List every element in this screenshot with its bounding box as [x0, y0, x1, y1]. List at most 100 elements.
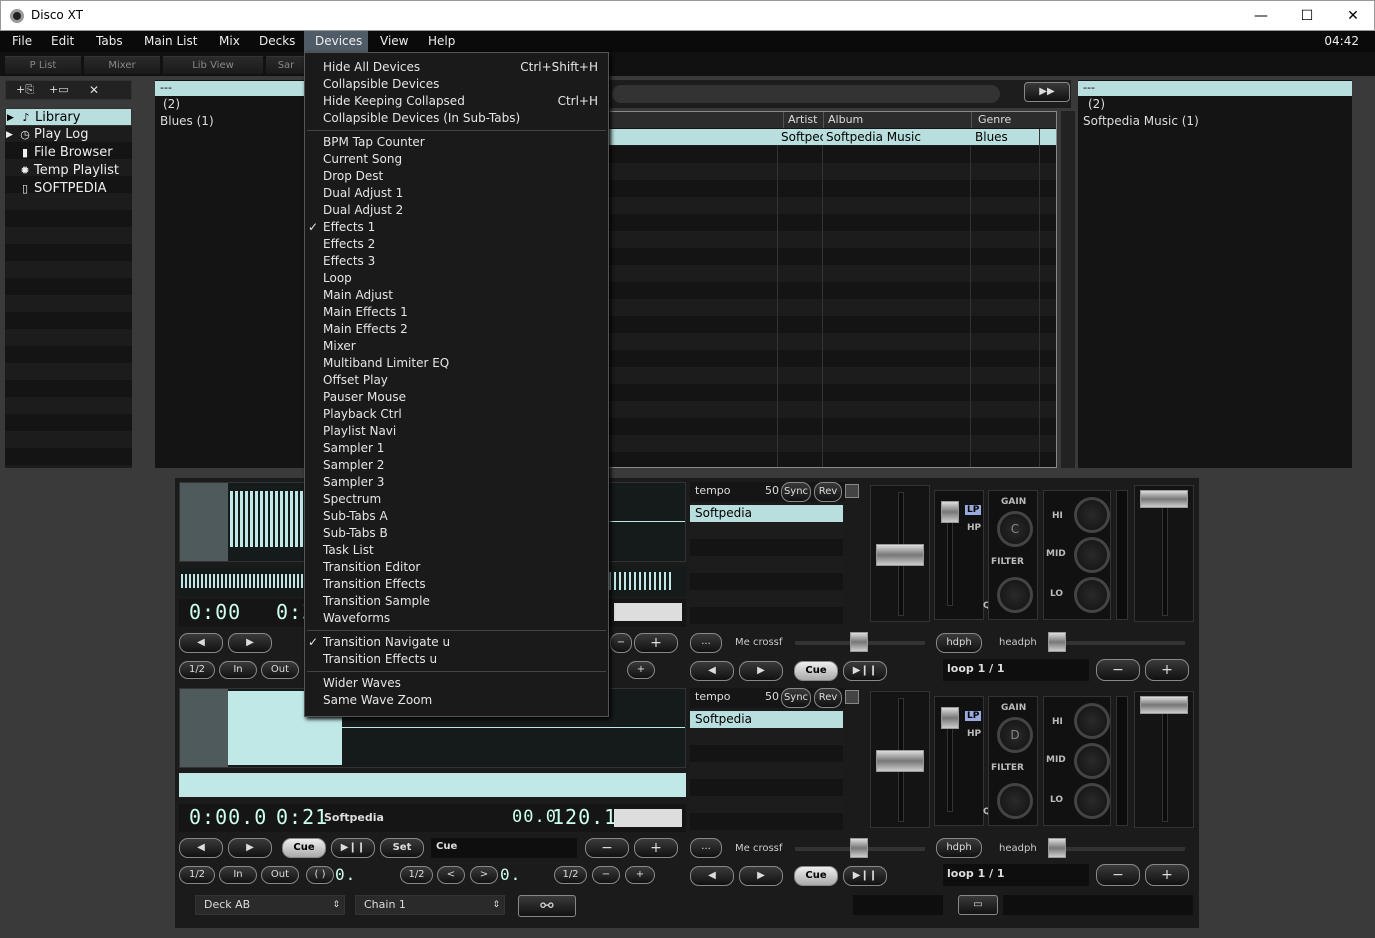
filter-cap[interactable]	[941, 501, 959, 523]
out-button[interactable]: Out	[261, 866, 299, 884]
fader-cap[interactable]	[876, 750, 924, 772]
play-pause-button[interactable]: ▶❙❙	[843, 661, 887, 681]
menu-item-sampler-1[interactable]: Sampler 1	[305, 440, 608, 457]
minus-button[interactable]: −	[610, 633, 632, 653]
prev-button[interactable]: ◀	[179, 838, 223, 858]
menu-item-task-list[interactable]: Task List	[305, 542, 608, 559]
filter-knob[interactable]	[997, 577, 1033, 613]
tree-item-softpedia[interactable]: ▯ SOFTPEDIA	[5, 180, 132, 198]
tab-sar[interactable]: Sar	[266, 56, 306, 74]
more-button[interactable]: ...	[690, 633, 722, 653]
next-button[interactable]: ▶	[228, 838, 272, 858]
headphone-handle[interactable]	[1048, 838, 1066, 858]
tab-p-list[interactable]: P List	[5, 56, 81, 74]
menu-decks[interactable]: Decks	[251, 31, 303, 52]
menu-item-same-wave-zoom[interactable]: Same Wave Zoom	[305, 692, 608, 709]
in-button[interactable]: In	[219, 661, 257, 679]
menu-item-effects-3[interactable]: Effects 3	[305, 253, 608, 270]
search-input[interactable]	[612, 85, 1000, 103]
genre-item-blues[interactable]: Blues (1)	[155, 113, 305, 130]
minimize-button[interactable]: —	[1238, 1, 1284, 31]
add-list-button[interactable]: +⎘	[16, 83, 34, 97]
column-album[interactable]: Album	[823, 112, 973, 128]
next-track-button[interactable]: ▶	[739, 866, 783, 886]
menu-item-collapsible-devices[interactable]: Collapsible Devices	[305, 76, 608, 93]
menu-item-multiband-limiter-eq[interactable]: Multiband Limiter EQ	[305, 355, 608, 372]
gain-knob[interactable]: D	[997, 717, 1033, 753]
menu-item-hide-keeping-collapsed[interactable]: Hide Keeping Collapsed Ctrl+H	[305, 93, 608, 110]
menu-item-main-adjust[interactable]: Main Adjust	[305, 287, 608, 304]
deck-select[interactable]: Deck AB ⇕	[195, 895, 345, 915]
volume-fader-bottom[interactable]	[1134, 691, 1194, 828]
fast-forward-button[interactable]: ▶▶	[1024, 82, 1070, 102]
plus-button[interactable]: +	[634, 633, 678, 653]
fader-cap[interactable]	[876, 544, 924, 566]
menu-item-transition-navigate-u[interactable]: Transition Navigate u ✓	[305, 634, 608, 651]
hi-knob[interactable]	[1074, 703, 1110, 739]
menu-item-main-effects-2[interactable]: Main Effects 2	[305, 321, 608, 338]
tab-mixer[interactable]: Mixer	[84, 56, 160, 74]
cue-button[interactable]: Cue	[794, 866, 838, 886]
folder-button[interactable]: ▭	[958, 895, 998, 915]
menu-item-transition-sample[interactable]: Transition Sample	[305, 593, 608, 610]
menu-item-current-song[interactable]: Current Song	[305, 151, 608, 168]
out-button[interactable]: Out	[261, 661, 299, 679]
menu-edit[interactable]: Edit	[43, 31, 82, 52]
headphone-slider[interactable]	[1060, 641, 1185, 645]
menu-item-sub-tabs-b[interactable]: Sub-Tabs B	[305, 525, 608, 542]
tree-item-file-browser[interactable]: ▮ File Browser	[5, 144, 132, 162]
sync-button[interactable]: Sync	[781, 688, 811, 708]
shift-left-button[interactable]: <	[437, 866, 465, 884]
headphone-slider[interactable]	[1060, 847, 1185, 851]
cue-point-button[interactable]: Cue	[282, 838, 326, 858]
play-pause-button[interactable]: ▶❙❙	[843, 866, 887, 886]
plus-button[interactable]: +	[634, 838, 678, 858]
menu-item-spectrum[interactable]: Spectrum	[305, 491, 608, 508]
deck-checkbox[interactable]	[845, 484, 859, 498]
minus-small-button[interactable]: −	[592, 866, 620, 884]
menu-item-offset-play[interactable]: Offset Play	[305, 372, 608, 389]
menu-item-hide-all-devices[interactable]: Hide All Devices Ctrl+Shift+H	[305, 59, 608, 76]
filter-cap[interactable]	[941, 707, 959, 729]
cue-name-field[interactable]: Cue	[431, 838, 577, 858]
column-artist[interactable]: Artist	[783, 112, 827, 128]
link-button[interactable]: ⚯	[518, 895, 576, 917]
deck-playlist-item[interactable]: Softpedia	[690, 505, 843, 522]
headphone-handle[interactable]	[1048, 632, 1066, 652]
menu-item-pauser-mouse[interactable]: Pauser Mouse	[305, 389, 608, 406]
table-scrollbar[interactable]	[1061, 111, 1075, 468]
menu-item-effects-1[interactable]: Effects 1 ✓	[305, 219, 608, 236]
menu-item-drop-dest[interactable]: Drop Dest	[305, 168, 608, 185]
album-item[interactable]: Softpedia Music (1)	[1078, 113, 1352, 130]
set-button[interactable]: Set	[380, 838, 424, 858]
volume-fader-top[interactable]	[1134, 485, 1194, 622]
overview-waveform-bottom[interactable]	[179, 773, 686, 797]
menu-item-main-effects-1[interactable]: Main Effects 1	[305, 304, 608, 321]
rev-button[interactable]: Rev	[814, 688, 842, 708]
deck-checkbox[interactable]	[845, 690, 859, 704]
tree-item-play-log[interactable]: ▶ ◷ Play Log	[5, 126, 132, 144]
half-beat-button[interactable]: 1/2	[400, 866, 433, 884]
filter-knob[interactable]	[997, 783, 1033, 819]
tab-lib-view[interactable]: Lib View	[163, 56, 263, 74]
menu-tabs[interactable]: Tabs	[88, 31, 131, 52]
minus-button[interactable]: −	[585, 838, 629, 858]
lo-knob[interactable]	[1074, 577, 1110, 613]
menu-item-wider-waves[interactable]: Wider Waves	[305, 675, 608, 692]
menu-item-playlist-navi[interactable]: Playlist Navi	[305, 423, 608, 440]
menu-item-playback-ctrl[interactable]: Playback Ctrl	[305, 406, 608, 423]
more-button[interactable]: ...	[690, 838, 722, 858]
table-row[interactable]: Softpec Softpedia Music Blues	[607, 129, 1056, 145]
expand-arrow-icon[interactable]: ▶	[6, 126, 13, 144]
sync-button[interactable]: Sync	[781, 482, 811, 502]
play-pause-button[interactable]: ▶❙❙	[331, 838, 375, 858]
prev-track-button[interactable]: ◀	[690, 661, 734, 681]
next-track-button[interactable]: ▶	[739, 661, 783, 681]
menu-item-transition-effects[interactable]: Transition Effects	[305, 576, 608, 593]
loop-plus-button[interactable]: +	[1145, 659, 1189, 681]
half-sample-button[interactable]: 1/2	[554, 866, 587, 884]
deck-playlist-item[interactable]: Softpedia	[690, 711, 843, 728]
menu-item-collapsible-devices-in-sub-tabs[interactable]: Collapsible Devices (In Sub-Tabs)	[305, 110, 608, 127]
menu-item-waveforms[interactable]: Waveforms	[305, 610, 608, 627]
lo-knob[interactable]	[1074, 783, 1110, 819]
